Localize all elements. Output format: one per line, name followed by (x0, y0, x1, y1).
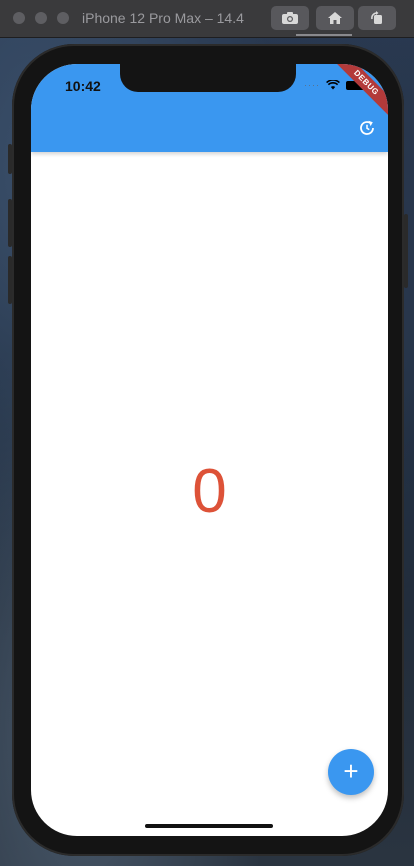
device-screen: 10:42 ···· DEBUG 0 + (31, 64, 388, 836)
minimize-window-button[interactable] (35, 12, 47, 24)
app-bar: 10:42 ···· DEBUG (31, 64, 388, 152)
zoom-window-button[interactable] (57, 12, 69, 24)
status-time: 10:42 (65, 78, 101, 94)
title-bar: iPhone 12 Pro Max – 14.4 (0, 0, 414, 38)
volume-down-button (8, 256, 12, 304)
camera-icon (282, 12, 298, 24)
volume-up-button (8, 199, 12, 247)
debug-banner: DEBUG (332, 64, 388, 117)
power-button (404, 214, 408, 288)
rotate-icon (371, 11, 382, 24)
counter-value: 0 (192, 457, 227, 526)
toolbar-divider (296, 34, 352, 36)
refresh-icon (360, 120, 374, 135)
window-title: iPhone 12 Pro Max – 14.4 (82, 10, 244, 26)
home-indicator[interactable] (145, 824, 273, 828)
refresh-button[interactable] (357, 118, 377, 138)
home-button[interactable] (316, 6, 354, 30)
close-window-button[interactable] (13, 12, 25, 24)
screenshot-button[interactable] (271, 6, 309, 30)
rotate-button[interactable] (358, 6, 396, 30)
wifi-icon (326, 80, 340, 90)
signal-dots: ···· (304, 80, 320, 90)
mute-switch (8, 144, 12, 174)
increment-button[interactable]: + (328, 749, 374, 795)
home-icon (328, 12, 342, 24)
plus-icon: + (343, 756, 359, 786)
simulator-window: iPhone 12 Pro Max – 14.4 10:42 ···· DEBU… (0, 0, 414, 866)
notch (120, 64, 296, 92)
